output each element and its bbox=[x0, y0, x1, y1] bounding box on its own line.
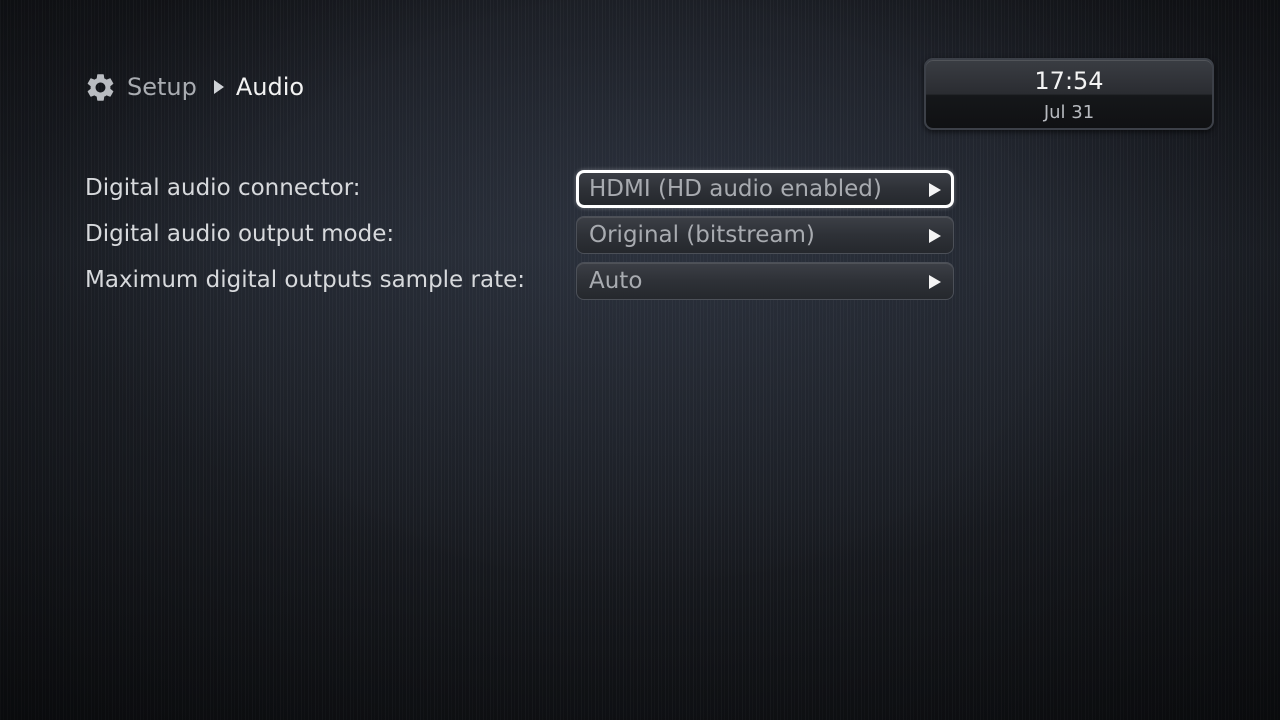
setting-label: Maximum digital outputs sample rate: bbox=[85, 267, 525, 293]
arrow-right-icon[interactable] bbox=[929, 183, 941, 197]
clock-time: 17:54 bbox=[1034, 67, 1104, 95]
page-title: Audio bbox=[235, 73, 305, 101]
setting-row-digital-audio-connector: Digital audio connector: HDMI (HD audio … bbox=[85, 170, 955, 208]
clock-date: Jul 31 bbox=[1043, 102, 1095, 123]
setting-value: Original (bitstream) bbox=[589, 222, 815, 248]
breadcrumb-setup[interactable]: Setup bbox=[127, 73, 197, 101]
digital-audio-connector-selector[interactable]: HDMI (HD audio enabled) bbox=[576, 170, 954, 208]
arrow-right-icon[interactable] bbox=[929, 229, 941, 243]
gear-icon bbox=[84, 71, 117, 104]
max-sample-rate-selector[interactable]: Auto bbox=[576, 262, 954, 300]
setting-value: Auto bbox=[589, 268, 643, 294]
arrow-right-icon[interactable] bbox=[929, 275, 941, 289]
setting-row-digital-audio-output-mode: Digital audio output mode: Original (bit… bbox=[85, 216, 955, 254]
setting-row-max-sample-rate: Maximum digital outputs sample rate: Aut… bbox=[85, 262, 955, 300]
breadcrumb: Setup Audio bbox=[84, 70, 304, 104]
digital-audio-output-mode-selector[interactable]: Original (bitstream) bbox=[576, 216, 954, 254]
chevron-right-icon bbox=[213, 80, 224, 94]
clock-widget: 17:54 Jul 31 bbox=[924, 58, 1214, 130]
setting-value: HDMI (HD audio enabled) bbox=[589, 176, 882, 202]
setting-label: Digital audio connector: bbox=[85, 175, 361, 201]
setting-label: Digital audio output mode: bbox=[85, 221, 395, 247]
